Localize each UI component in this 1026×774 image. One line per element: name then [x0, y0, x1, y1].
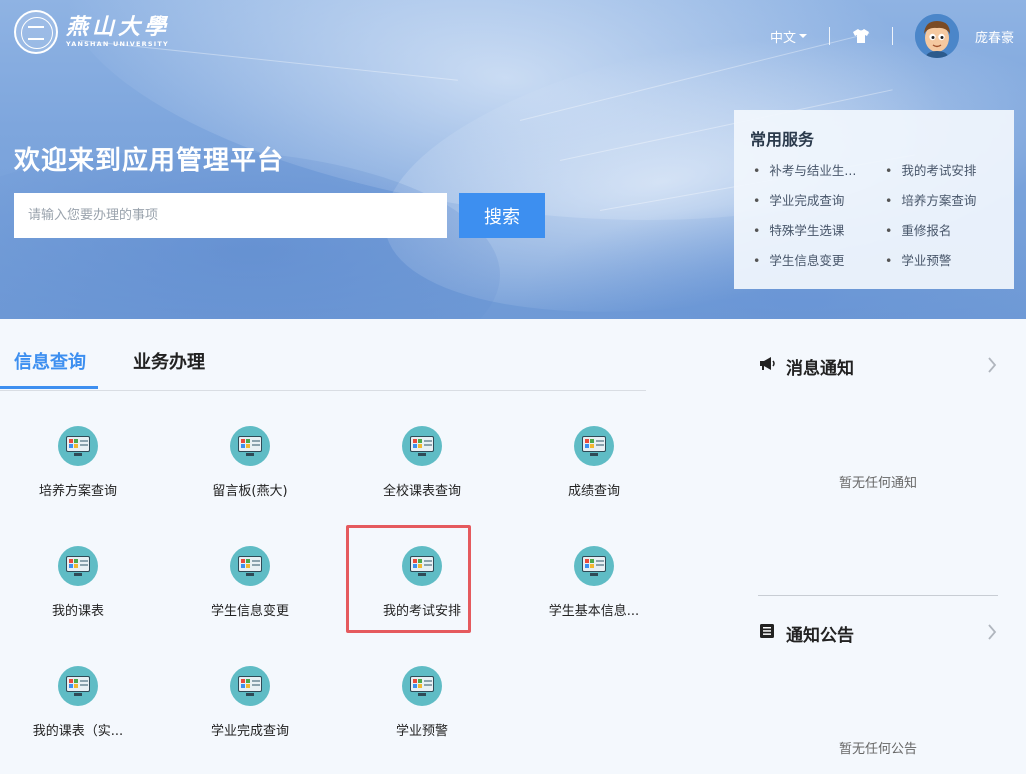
tab-info-query[interactable]: 信息查询: [14, 348, 86, 374]
announcements-empty-text: 暂无任何公告: [838, 742, 917, 757]
monitor-icon: [574, 426, 614, 466]
monitor-icon: [402, 426, 442, 466]
monitor-icon: [58, 666, 98, 706]
search-button[interactable]: 搜索: [459, 193, 545, 238]
notices-header[interactable]: 消息通知: [758, 354, 854, 379]
app-tile[interactable]: 学业预警: [336, 652, 508, 762]
app-label: 培养方案查询: [38, 484, 117, 499]
university-seal-icon: [14, 10, 58, 54]
service-link[interactable]: 补考与结业生...: [750, 160, 882, 179]
divider: [758, 595, 998, 596]
app-tile[interactable]: 全校课表查询: [336, 412, 508, 522]
logo-english-name: YANSHAN UNIVERSITY: [66, 40, 169, 48]
monitor-icon: [230, 426, 270, 466]
app-label: 全校课表查询: [382, 484, 461, 499]
common-services-list: 补考与结业生... 我的考试安排 学业完成查询 培养方案查询 特殊学生选课 重修…: [750, 160, 998, 269]
document-list-icon: [758, 622, 776, 645]
active-tab-indicator: [0, 386, 98, 389]
app-label: 留言板(燕大): [212, 484, 288, 499]
app-label: 成绩查询: [567, 484, 620, 499]
notices-empty-text: 暂无任何通知: [838, 476, 917, 491]
app-label: 我的课表: [51, 604, 104, 619]
service-link[interactable]: 学业完成查询: [750, 190, 882, 209]
logo-chinese-name: 燕山大學: [66, 14, 171, 40]
username[interactable]: 庞春豪: [975, 27, 1014, 46]
service-link[interactable]: 学业预警: [882, 250, 1002, 269]
app-label: 我的课表（实...: [32, 724, 124, 739]
service-link[interactable]: 重修报名: [882, 220, 1002, 239]
app-tile[interactable]: 学生信息变更: [164, 532, 336, 642]
hero-banner: 燕山大學 YANSHAN UNIVERSITY 中文 庞春豪 欢迎来到应用管理平…: [0, 0, 1026, 319]
app-label: 学生基本信息...: [548, 604, 640, 619]
service-link[interactable]: 培养方案查询: [882, 190, 1002, 209]
tab-business[interactable]: 业务办理: [133, 348, 205, 374]
language-selector[interactable]: 中文: [770, 27, 807, 46]
language-label: 中文: [769, 30, 796, 46]
app-tile[interactable]: 留言板(燕大): [164, 412, 336, 522]
monitor-icon: [574, 546, 614, 586]
app-tile[interactable]: 培养方案查询: [0, 412, 164, 522]
tab-bar: 信息查询 业务办理: [0, 334, 646, 391]
page-title: 欢迎来到应用管理平台: [14, 146, 285, 176]
search-input[interactable]: [14, 193, 447, 238]
divider: [891, 27, 893, 45]
service-link[interactable]: 我的考试安排: [882, 160, 1002, 179]
app-label: 学业预警: [395, 724, 448, 739]
monitor-icon: [402, 666, 442, 706]
monitor-icon: [58, 546, 98, 586]
megaphone-icon: [758, 355, 776, 378]
app-tile[interactable]: 成绩查询: [508, 412, 680, 522]
service-link[interactable]: 学生信息变更: [750, 250, 882, 269]
common-services-title: 常用服务: [750, 130, 815, 149]
monitor-icon: [230, 546, 270, 586]
app-label: 学生信息变更: [210, 604, 289, 619]
highlight-box: [346, 525, 471, 633]
app-tile[interactable]: 我的课表（实...: [0, 652, 164, 762]
service-link[interactable]: 特殊学生选课: [750, 220, 882, 239]
top-right-toolbar: 中文 庞春豪: [770, 14, 1014, 58]
notices-title: 消息通知: [786, 359, 854, 379]
app-tile[interactable]: 学业完成查询: [164, 652, 336, 762]
tshirt-icon[interactable]: [852, 28, 870, 44]
university-logo[interactable]: 燕山大學 YANSHAN UNIVERSITY: [14, 10, 170, 54]
app-label: 学业完成查询: [210, 724, 289, 739]
announcements-header[interactable]: 通知公告: [758, 621, 854, 646]
chevron-right-icon[interactable]: [986, 356, 998, 378]
logo-text: 燕山大學 YANSHAN UNIVERSITY: [66, 15, 170, 49]
monitor-icon: [230, 666, 270, 706]
chevron-right-icon[interactable]: [986, 623, 998, 645]
announcements-title: 通知公告: [786, 626, 854, 646]
app-tile[interactable]: 我的课表: [0, 532, 164, 642]
avatar[interactable]: [914, 14, 959, 58]
chevron-down-icon: [798, 34, 807, 38]
divider: [828, 27, 830, 45]
common-services-panel: 常用服务 补考与结业生... 我的考试安排 学业完成查询 培养方案查询 特殊学生…: [734, 110, 1014, 289]
app-tile[interactable]: 学生基本信息...: [508, 532, 680, 642]
monitor-icon: [58, 426, 98, 466]
